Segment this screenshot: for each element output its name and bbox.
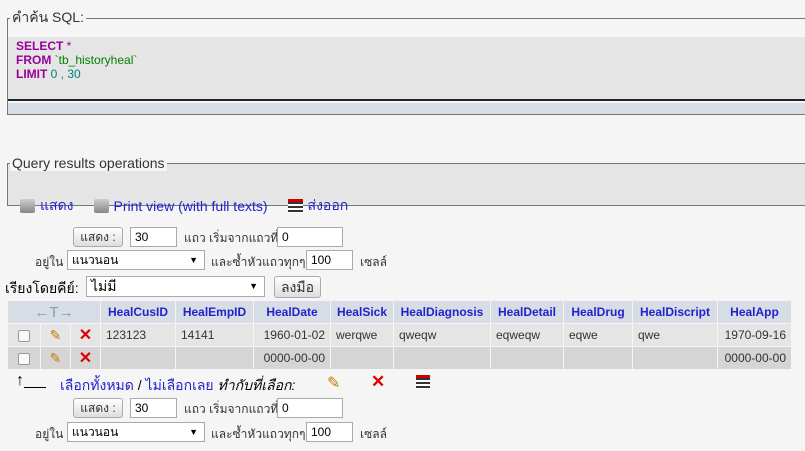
- start-row-input[interactable]: 0: [277, 227, 343, 247]
- cell: qweqw: [394, 324, 490, 346]
- results-table: ←T→ HealCusID HealEmpID HealDate HealSic…: [7, 300, 792, 370]
- edit-icon[interactable]: ✎: [50, 350, 62, 366]
- sql-legend: คำค้น SQL:: [12, 9, 84, 25]
- cells-label: เซลล์: [360, 427, 387, 441]
- rows-label: แถว เริ่มจากแถวที่: [184, 402, 279, 416]
- arrow-up-icon: ↑: [16, 373, 46, 389]
- with-selected-label: ทำกับที่เลือก:: [217, 377, 296, 393]
- column-header[interactable]: HealEmpID: [176, 301, 253, 323]
- mode-label: อยู่ใน: [35, 255, 64, 269]
- rows-input[interactable]: 30: [130, 227, 177, 247]
- go-button[interactable]: ลงมือ: [274, 276, 321, 298]
- sql-query-box: คำค้น SQL: SELECT * FROM `tb_historyheal…: [7, 7, 805, 115]
- repeat-headers-input-bottom[interactable]: 100: [306, 422, 353, 442]
- sql-keyword: LIMIT: [16, 67, 48, 81]
- cell: qwe: [633, 324, 717, 346]
- cell: 14141: [176, 324, 253, 346]
- dropdown-arrow-icon: ▼: [189, 255, 198, 265]
- sql-text: 0 , 30: [47, 67, 81, 81]
- column-header[interactable]: HealSick: [331, 301, 393, 323]
- cell: [633, 347, 717, 369]
- cell: [176, 347, 253, 369]
- rows-input-bottom[interactable]: 30: [130, 398, 177, 418]
- cell: [564, 347, 632, 369]
- column-header[interactable]: HealDrug: [564, 301, 632, 323]
- sql-keyword: SELECT: [16, 39, 64, 53]
- sort-key-select[interactable]: ไม่มี ▼: [86, 276, 265, 297]
- print-icon: [20, 199, 35, 213]
- column-header[interactable]: HealApp: [718, 301, 791, 323]
- cell: 1960-01-02: [254, 324, 330, 346]
- cell: 1970-09-16: [718, 324, 791, 346]
- sql-keyword: FROM: [16, 53, 52, 67]
- print-icon: [93, 199, 109, 213]
- dropdown-arrow-icon: ▼: [189, 427, 198, 437]
- sql-text: `tb_historyheal`: [51, 53, 138, 67]
- export-icon: [287, 199, 303, 213]
- start-row-input-bottom[interactable]: 0: [277, 398, 343, 418]
- cell: eqwe: [564, 324, 632, 346]
- rows-label: แถว เริ่มจากแถวที่: [184, 231, 279, 245]
- cell: eqweqw: [491, 324, 563, 346]
- delete-selected-icon[interactable]: ✕: [371, 372, 385, 392]
- cell: [101, 347, 175, 369]
- cell: [331, 347, 393, 369]
- export-label: ส่งออก: [307, 197, 349, 213]
- sort-label: เรียงโดยคีย์:: [5, 280, 79, 296]
- dropdown-arrow-icon: ▼: [249, 281, 258, 291]
- check-all-link[interactable]: เลือกทั้งหมด: [60, 377, 134, 393]
- table-row: ✎ ✕ 123123 14141 1960-01-02 werqwe qweqw…: [8, 324, 791, 346]
- sql-code: SELECT * FROM `tb_historyheal` LIMIT 0 ,…: [8, 37, 805, 101]
- cell: [491, 347, 563, 369]
- show-button[interactable]: แสดง :: [73, 227, 123, 247]
- display-mode-value: แนวนอน: [72, 253, 119, 267]
- column-header[interactable]: HealCusID: [101, 301, 175, 323]
- delete-icon[interactable]: ✕: [79, 350, 92, 367]
- column-header[interactable]: HealDate: [254, 301, 330, 323]
- cell: werqwe: [331, 324, 393, 346]
- edit-icon[interactable]: ✎: [50, 327, 62, 343]
- bulk-actions: เลือกทั้งหมด / ไม่เลือกเลย ทำกับที่เลือก…: [60, 375, 295, 397]
- show-link[interactable]: แสดง: [20, 195, 74, 217]
- query-results-operations: Query results operations แสดง Print view…: [7, 155, 805, 214]
- repeat-headers-input[interactable]: 100: [306, 250, 353, 270]
- display-mode-value: แนวนอน: [72, 425, 119, 439]
- show-label: แสดง: [40, 197, 74, 213]
- table-row: ✎ ✕ 0000-00-00 0000-00-00: [8, 347, 791, 369]
- repeat-label: และซ้ำหัวแถวทุกๆ: [211, 427, 306, 441]
- mode-label: อยู่ใน: [35, 427, 64, 441]
- cells-label: เซลล์: [360, 255, 387, 269]
- column-header[interactable]: HealDiscript: [633, 301, 717, 323]
- separator: /: [133, 377, 146, 393]
- row-checkbox[interactable]: [18, 329, 30, 342]
- print-view-label: Print view (with full texts): [113, 198, 268, 214]
- column-header[interactable]: HealDiagnosis: [394, 301, 490, 323]
- repeat-label: และซ้ำหัวแถวทุกๆ: [211, 255, 306, 269]
- cell: 0000-00-00: [718, 347, 791, 369]
- column-arrows[interactable]: ←T→: [8, 301, 100, 323]
- display-mode-select[interactable]: แนวนอน ▼: [67, 250, 205, 270]
- export-link[interactable]: ส่งออก: [287, 195, 349, 217]
- cell: [394, 347, 490, 369]
- export-selected-icon[interactable]: [416, 375, 430, 389]
- print-view-link[interactable]: Print view (with full texts): [93, 198, 268, 214]
- cell: 0000-00-00: [254, 347, 330, 369]
- sql-text: *: [63, 39, 72, 53]
- operations-legend: Query results operations: [10, 155, 167, 171]
- display-mode-select-bottom[interactable]: แนวนอน ▼: [67, 422, 205, 442]
- table-header-row: ←T→ HealCusID HealEmpID HealDate HealSic…: [8, 301, 791, 323]
- row-checkbox[interactable]: [18, 352, 30, 365]
- edit-selected-icon[interactable]: ✎: [327, 373, 340, 393]
- uncheck-all-link[interactable]: ไม่เลือกเลย: [146, 377, 214, 393]
- show-button-bottom[interactable]: แสดง :: [73, 398, 123, 418]
- sort-key-value: ไม่มี: [91, 278, 117, 294]
- column-header[interactable]: HealDetail: [491, 301, 563, 323]
- sql-info-bar: [8, 103, 805, 114]
- delete-icon[interactable]: ✕: [79, 327, 92, 344]
- cell: 123123: [101, 324, 175, 346]
